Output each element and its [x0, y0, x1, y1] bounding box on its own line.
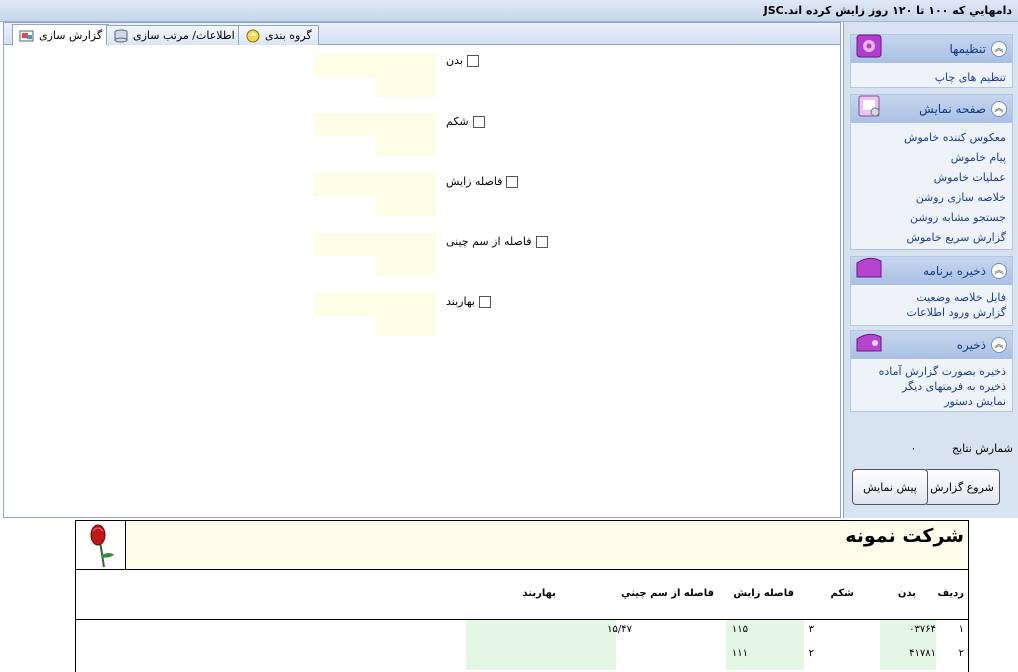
report-icon — [19, 29, 35, 43]
cell-calving: ۱۱۱ — [731, 648, 748, 659]
body-checkbox[interactable] — [466, 54, 479, 67]
field-box — [376, 77, 436, 97]
field-box — [376, 316, 436, 336]
field-label: بهاربند — [446, 295, 475, 308]
database-icon — [113, 29, 129, 43]
group-title: تنظیمها — [949, 42, 986, 56]
group-header[interactable]: ذخیره برنامه ︽ — [851, 257, 1012, 285]
tab-grouping[interactable]: گروه بندی — [238, 25, 319, 45]
group-title: صفحه نمایش — [919, 102, 986, 116]
group-header[interactable]: تنظیمها ︽ — [851, 33, 1012, 63]
field-label: فاصله از سم چینی — [446, 235, 532, 248]
hoof-trim-checkbox[interactable] — [535, 235, 548, 248]
save-as-ready-report-link[interactable]: ذخیره بصورت گزارش آماده — [857, 364, 1006, 379]
field-box — [314, 113, 436, 136]
title-bar: دامهايي كه ۱۰۰ تا ۱۲۰ روز زايش كرده اند.… — [0, 0, 1018, 22]
field-box — [314, 173, 436, 196]
report-header: شرکت نمونه — [75, 520, 969, 570]
display-icon — [855, 93, 883, 119]
group-header[interactable]: ذخیره ︽ — [851, 331, 1012, 359]
cell-belly: ۲ — [808, 648, 814, 659]
operations-toggle-link[interactable]: عملیات خاموش — [857, 168, 1006, 188]
field-box — [314, 54, 436, 77]
field-hoof-trim[interactable]: فاصله از سم چینی — [446, 235, 566, 248]
col-pen: بهاربند — [522, 588, 556, 599]
calving-interval-checkbox[interactable] — [506, 175, 519, 188]
task-panel: تنظیمها ︽ تنظیم های چاپ صفحه نمایش ︽ معک… — [843, 22, 1018, 518]
collapse-icon[interactable]: ︽ — [991, 263, 1007, 279]
field-box — [376, 196, 436, 216]
print-settings-link[interactable]: تنظیم های چاپ — [857, 68, 1006, 88]
quick-report-toggle-link[interactable]: گزارش سریع خاموش — [857, 228, 1006, 248]
field-box — [314, 233, 436, 256]
group-title: ذخیره برنامه — [923, 264, 986, 278]
cell-body: ۴۱۷۸۱ — [909, 648, 936, 659]
save-icon — [855, 329, 883, 355]
window-title: دامهايي كه ۱۰۰ تا ۱۲۰ روز زايش كرده اند.… — [763, 4, 1012, 17]
result-count-label: شمارش نتایج — [951, 442, 1013, 455]
cell-row: ۲ — [958, 648, 964, 659]
collapse-icon[interactable]: ︽ — [991, 101, 1007, 117]
similar-search-toggle-link[interactable]: جستجو مشابه روشن — [857, 208, 1006, 228]
tab-label: گزارش سازی — [39, 29, 103, 42]
cell-body: ۰۳۷۶۴ — [909, 624, 936, 635]
collapse-icon[interactable]: ︽ — [991, 41, 1007, 57]
pen-column-fill — [466, 620, 616, 670]
group-display: صفحه نمایش ︽ معکوس کننده خاموش پیام خامو… — [850, 94, 1013, 250]
group-title: ذخیره — [956, 338, 986, 352]
field-body[interactable]: بدن — [446, 54, 566, 67]
field-label: بدن — [446, 54, 463, 67]
field-pen[interactable]: بهاربند — [446, 295, 566, 308]
cell-calving: ۱۱۵ — [731, 624, 748, 635]
settings-icon — [855, 33, 883, 59]
field-label: شکم — [446, 115, 469, 128]
cell-belly: ۳ — [808, 624, 814, 635]
summary-toggle-link[interactable]: خلاصه سازی روشن — [857, 188, 1006, 208]
result-count: شمارش نتایج ۰ — [850, 442, 1013, 455]
report-designer: گزارش سازی اطلاعات/ مرتب سازی گروه بندی — [3, 22, 841, 518]
program-save-icon — [855, 255, 883, 281]
cell-row: ۱ — [958, 624, 964, 635]
group-header[interactable]: صفحه نمایش ︽ — [851, 95, 1012, 123]
cell-hoof: ۱۵/۴۷ — [607, 624, 632, 635]
app-window: دامهايي كه ۱۰۰ تا ۱۲۰ روز زايش كرده اند.… — [0, 0, 1018, 672]
field-label: فاصله زایش — [446, 175, 503, 188]
tab-data-sort[interactable]: اطلاعات/ مرتب سازی — [106, 25, 242, 45]
field-box — [376, 256, 436, 276]
tab-label: اطلاعات/ مرتب سازی — [133, 29, 235, 42]
col-calving-interval: فاصله زایش — [733, 588, 794, 599]
show-command-link[interactable]: نمایش دستور — [857, 394, 1006, 409]
invert-toggle-link[interactable]: معکوس کننده خاموش — [857, 128, 1006, 148]
result-count-value: ۰ — [910, 442, 917, 455]
tab-label: گروه بندی — [265, 29, 312, 42]
status-summary-file-link[interactable]: فایل خلاصه وضعیت — [857, 290, 1006, 305]
belly-checkbox[interactable] — [472, 115, 485, 128]
report-preview: شرکت نمونه ردیف بدن شکم فاصله زایش فاصله… — [0, 518, 1018, 672]
tab-strip: گزارش سازی اطلاعات/ مرتب سازی گروه بندی — [4, 23, 840, 46]
field-belly[interactable]: شکم — [446, 115, 566, 128]
field-box — [376, 136, 436, 156]
group-settings: تنظیمها ︽ تنظیم های چاپ — [850, 34, 1013, 88]
field-calving-interval[interactable]: فاصله زایش — [446, 175, 566, 188]
message-toggle-link[interactable]: پیام خاموش — [857, 148, 1006, 168]
report-column-headers: ردیف بدن شکم فاصله زایش فاصله از سم چيني… — [75, 570, 969, 620]
group-save-program: ذخیره برنامه ︽ فایل خلاصه وضعیت گزارش ور… — [850, 256, 1013, 326]
report-body: ۱ ۰۳۷۶۴ ۳ ۱۱۵ ۱۵/۴۷ ۲ ۴۱۷۸۱ ۲ ۱۱۱ — [75, 620, 969, 672]
col-row: ردیف — [937, 588, 964, 599]
field-box — [314, 293, 436, 316]
collapse-icon[interactable]: ︽ — [991, 337, 1007, 353]
start-report-button[interactable]: شروع گزارش — [924, 469, 1000, 505]
company-title: شرکت نمونه — [845, 525, 964, 547]
save-other-formats-link[interactable]: ذخیره به فرمتهای دیگر — [857, 379, 1006, 394]
group-icon — [245, 29, 261, 43]
group-save: ذخیره ︽ ذخیره بصورت گزارش آماده ذخیره به… — [850, 330, 1013, 412]
preview-button[interactable]: پیش نمایش — [852, 469, 928, 505]
pen-checkbox[interactable] — [478, 295, 491, 308]
col-hoof-trim: فاصله از سم چيني — [621, 588, 714, 599]
col-body: بدن — [897, 588, 916, 599]
col-belly: شکم — [830, 588, 855, 599]
rose-logo-icon — [76, 521, 126, 569]
data-entry-report-link[interactable]: گزارش ورود اطلاعات — [857, 305, 1006, 320]
tab-report-builder[interactable]: گزارش سازی — [12, 24, 110, 46]
